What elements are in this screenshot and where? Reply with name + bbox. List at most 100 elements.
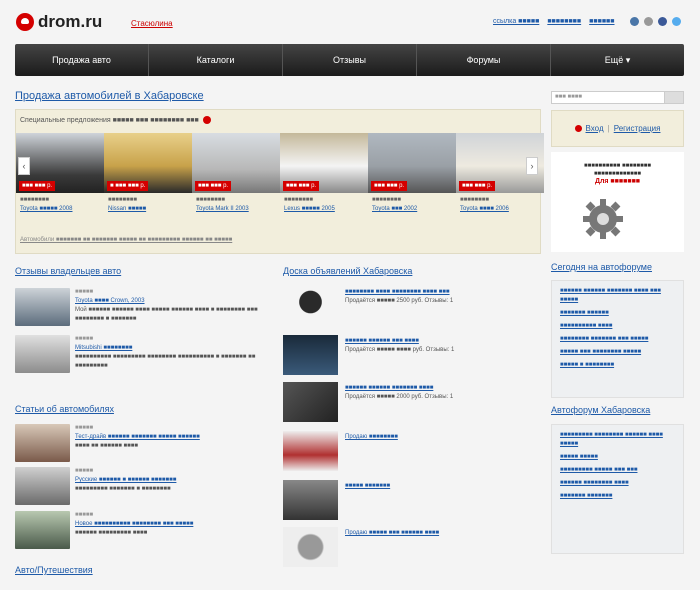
review-text: ■■■■■ Mitsubishi ■■■■■■■■ ■■■■■■■■■■ ■■■… xyxy=(75,335,265,371)
settings-icon[interactable] xyxy=(644,17,653,26)
car-card[interactable]: ■■■ ■■■ р. ■■■■■■■■ Toyota ■■■■■ 2008 xyxy=(16,133,104,228)
autoforum-title[interactable]: Автофорум Хабаровска xyxy=(551,405,650,415)
twitter-icon[interactable] xyxy=(672,17,681,26)
article-thumb[interactable] xyxy=(15,511,70,549)
board-item-title[interactable]: ■■■■■■ ■■■■■■ ■■■ ■■■■ xyxy=(345,337,530,346)
car-card[interactable]: ■■■ ■■■ р. ■■■■■■■■ Toyota Mark II 2003 xyxy=(192,133,280,228)
board-item[interactable]: ■■■■■■■■ ■■■■ ■■■■■■■■ ■■■■ ■■■ Продаётс… xyxy=(283,286,533,326)
autoforum-item[interactable]: ■■■■■■■■■ ■■■■■■■■ ■■■■■■ ■■■■ ■■■■■ xyxy=(560,431,675,449)
page-title[interactable]: Продажа автомобилей в Хабаровске xyxy=(15,90,204,102)
login-box: Вход | Регистрация xyxy=(551,110,684,147)
board-thumb[interactable] xyxy=(283,335,338,375)
review-thumb[interactable] xyxy=(15,288,70,326)
review-item[interactable]: ■■■■■ Toyota ■■■■ Crown, 2003 Мой ■■■■■■… xyxy=(15,288,265,326)
ad-headline: Для ■■■■■■■ xyxy=(594,178,641,185)
review-title[interactable]: Mitsubishi ■■■■■■■■ xyxy=(75,344,265,353)
articles-title[interactable]: Статьи об автомобилях xyxy=(15,404,114,414)
board-text: Продаю ■■■■■■■■ xyxy=(345,433,530,442)
forum-item[interactable]: ■■■■■■■ ■■■■■■ xyxy=(560,309,675,318)
nav-more[interactable]: Ещё ▾ xyxy=(551,44,684,76)
forum-item[interactable]: ■■■■■■■■ ■■■■■■■ ■■■ ■■■■■ xyxy=(560,335,675,344)
car-price: ■■■ ■■■ р. xyxy=(459,181,496,191)
slider-next-icon[interactable]: › xyxy=(526,157,538,175)
user-icon xyxy=(574,125,582,132)
travel-title[interactable]: Авто/Путешествия xyxy=(15,565,93,575)
register-link[interactable]: Регистрация xyxy=(614,124,661,133)
car-name[interactable]: Toyota Mark II 2003 xyxy=(196,205,249,214)
top-link-3[interactable]: ■■■■■■ xyxy=(589,18,614,25)
article-text: ■■■■■ Тест-драйв ■■■■■■ ■■■■■■■ ■■■■■ ■■… xyxy=(75,424,265,451)
search-button[interactable] xyxy=(664,92,683,103)
car-card[interactable]: ■■■ ■■■ р. ■■■■■■■■ Toyota ■■■ 2002 xyxy=(368,133,456,228)
article-title[interactable]: Новое ■■■■■■■■■■ ■■■■■■■■ ■■■ ■■■■■ xyxy=(75,520,265,529)
city-link[interactable]: Стасюлина xyxy=(131,19,173,28)
car-price: ■■■ ■■■ р. xyxy=(195,181,232,191)
vk-icon[interactable] xyxy=(630,17,639,26)
article-text: ■■■■■ Русские ■■■■■■ ■ ■■■■■■ ■■■■■■■ ■■… xyxy=(75,467,265,494)
nav-forums[interactable]: Форумы xyxy=(417,44,551,76)
board-item[interactable]: Продаю ■■■■■■■■ xyxy=(283,431,533,471)
car-card[interactable]: ■■■ ■■■ р. ■■■■■■■■ Lexus ■■■■■ 2005 xyxy=(280,133,368,228)
search-input[interactable]: ■■■ ■■■■ xyxy=(551,91,684,104)
forum-today-title[interactable]: Сегодня на автофоруме xyxy=(551,262,652,272)
board-item[interactable]: ■■■■■■ ■■■■■■ ■■■ ■■■■ Продаётся ■■■■■ ■… xyxy=(283,335,533,375)
board-thumb[interactable] xyxy=(283,431,338,471)
forum-item[interactable]: ■■■■■■ ■■■■■■ ■■■■■■■ ■■■■ ■■■ ■■■■■ xyxy=(560,287,675,305)
car-year: ■■■■■■■■ xyxy=(372,197,401,203)
nav-catalogs[interactable]: Каталоги xyxy=(149,44,283,76)
article-title[interactable]: Русские ■■■■■■ ■ ■■■■■■ ■■■■■■■ xyxy=(75,476,265,485)
review-title[interactable]: Toyota ■■■■ Crown, 2003 xyxy=(75,297,265,306)
board-thumb[interactable] xyxy=(283,286,338,326)
board-title[interactable]: Доска объявлений Хабаровска xyxy=(283,266,412,276)
board-item-title[interactable]: Продаю ■■■■■■■■ xyxy=(345,433,530,442)
forum-today-list: ■■■■■■ ■■■■■■ ■■■■■■■ ■■■■ ■■■ ■■■■■ ■■■… xyxy=(551,280,684,398)
facebook-icon[interactable] xyxy=(658,17,667,26)
board-item[interactable]: ■■■■■■ ■■■■■■ ■■■■■■■ ■■■■ Продаётся ■■■… xyxy=(283,382,533,422)
board-item-title[interactable]: Продаю ■■■■■ ■■■ ■■■■■■ ■■■■ xyxy=(345,529,530,538)
ad-banner[interactable]: ■■■■■■■■■■ ■■■■■■■■ ■■■■■■■■■■■■■ Для ■■… xyxy=(551,152,684,252)
car-name[interactable]: Toyota ■■■ 2002 xyxy=(372,205,417,214)
car-card[interactable]: ■■■ ■■■ р. ■■■■■■■■ Toyota ■■■■ 2006 xyxy=(456,133,544,228)
autoforum-item[interactable]: ■■■■■ ■■■■■ xyxy=(560,453,675,462)
board-item[interactable]: Продаю ■■■■■ ■■■ ■■■■■■ ■■■■ xyxy=(283,527,533,567)
article-item[interactable]: ■■■■■ Русские ■■■■■■ ■ ■■■■■■ ■■■■■■■ ■■… xyxy=(15,467,265,505)
main-nav: Продажа авто Каталоги Отзывы Форумы Ещё … xyxy=(15,44,684,76)
board-thumb[interactable] xyxy=(283,527,338,567)
article-thumb[interactable] xyxy=(15,467,70,505)
autoforum-item[interactable]: ■■■■■■■■■ ■■■■■ ■■■ ■■■ xyxy=(560,466,675,475)
slider-prev-icon[interactable]: ‹ xyxy=(18,157,30,175)
review-item[interactable]: ■■■■■ Mitsubishi ■■■■■■■■ ■■■■■■■■■■ ■■■… xyxy=(15,335,265,373)
slider-header-text: Специальные предложения ■■■■■ ■■■ ■■■■■■… xyxy=(20,116,199,124)
car-name[interactable]: Toyota ■■■■ 2006 xyxy=(460,205,509,214)
car-meta: ■■■■■■■■ Toyota Mark II 2003 xyxy=(196,196,249,214)
logo[interactable]: drom.ru xyxy=(16,12,102,32)
forum-item[interactable]: ■■■■■■■■■■ ■■■■ xyxy=(560,322,675,331)
forum-item[interactable]: ■■■■■ ■ ■■■■■■■■ xyxy=(560,361,675,370)
car-name[interactable]: Toyota ■■■■■ 2008 xyxy=(20,205,72,214)
board-item-title[interactable]: ■■■■■ ■■■■■■■ xyxy=(345,482,530,491)
car-name[interactable]: Lexus ■■■■■ 2005 xyxy=(284,205,335,214)
top-link-2[interactable]: ■■■■■■■■ xyxy=(547,18,581,25)
car-card[interactable]: ■ ■■■ ■■■ р. ■■■■■■■■ Nissan ■■■■■ xyxy=(104,133,192,228)
board-thumb[interactable] xyxy=(283,382,338,422)
nav-sales[interactable]: Продажа авто xyxy=(15,44,149,76)
nav-reviews[interactable]: Отзывы xyxy=(283,44,417,76)
article-thumb[interactable] xyxy=(15,424,70,462)
board-thumb[interactable] xyxy=(283,480,338,520)
login-link[interactable]: Вход xyxy=(586,124,604,133)
autoforum-item[interactable]: ■■■■■■■ ■■■■■■■ xyxy=(560,492,675,501)
board-item[interactable]: ■■■■■ ■■■■■■■ xyxy=(283,480,533,520)
review-thumb[interactable] xyxy=(15,335,70,373)
board-item-title[interactable]: ■■■■■■■■ ■■■■ ■■■■■■■■ ■■■■ ■■■ xyxy=(345,288,530,297)
article-item[interactable]: ■■■■■ Новое ■■■■■■■■■■ ■■■■■■■■ ■■■ ■■■■… xyxy=(15,511,265,549)
article-item[interactable]: ■■■■■ Тест-драйв ■■■■■■ ■■■■■■■ ■■■■■ ■■… xyxy=(15,424,265,462)
car-name[interactable]: Nissan ■■■■■ xyxy=(108,205,146,214)
reviews-title[interactable]: Отзывы владельцев авто xyxy=(15,266,121,276)
top-links: ссылка ■■■■■ ■■■■■■■■ ■■■■■■ xyxy=(493,18,615,25)
slider-footer-links[interactable]: Автомобили ■■■■■■■ ■■ ■■■■■■■ ■■■■■ ■■ ■… xyxy=(20,237,232,243)
board-item-title[interactable]: ■■■■■■ ■■■■■■ ■■■■■■■ ■■■■ xyxy=(345,384,530,393)
autoforum-item[interactable]: ■■■■■■ ■■■■■■■■ ■■■■ xyxy=(560,479,675,488)
forum-item[interactable]: ■■■■■ ■■■ ■■■■■■■■ ■■■■■ xyxy=(560,348,675,357)
top-link-1[interactable]: ссылка ■■■■■ xyxy=(493,18,539,25)
article-title[interactable]: Тест-драйв ■■■■■■ ■■■■■■■ ■■■■■ ■■■■■■ xyxy=(75,433,265,442)
